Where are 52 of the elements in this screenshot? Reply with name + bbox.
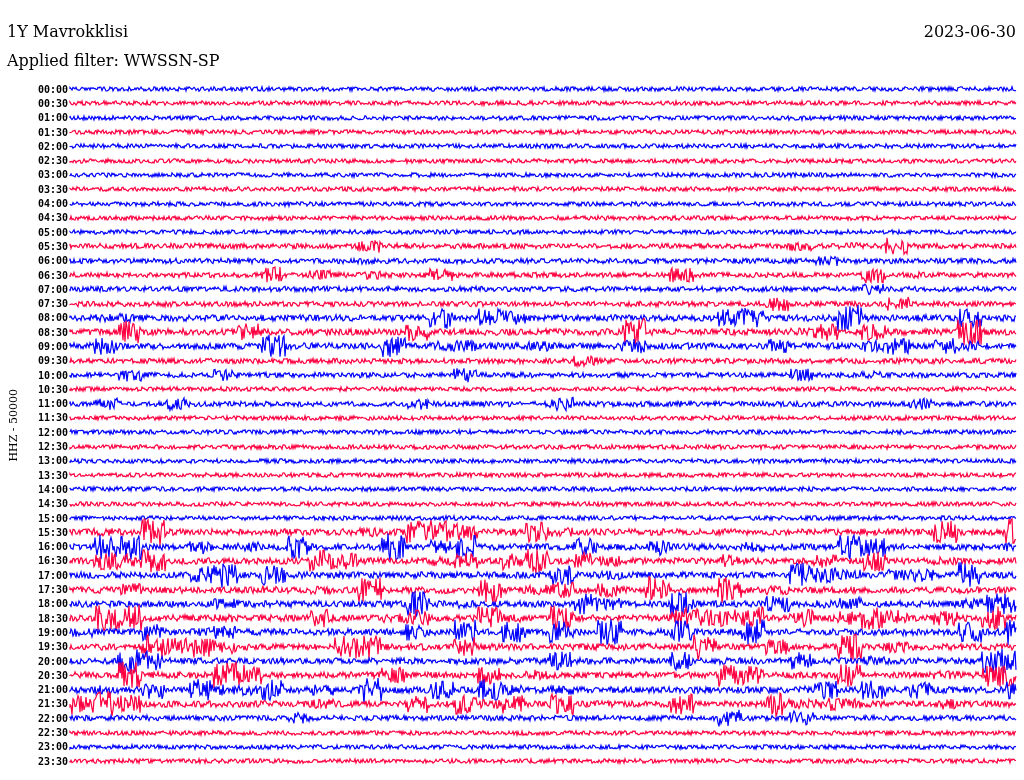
time-label: 07:30: [36, 298, 69, 310]
time-label: 07:00: [36, 283, 69, 295]
time-label: 00:30: [36, 97, 69, 109]
time-label: 02:30: [36, 155, 69, 167]
time-label: 21:30: [36, 698, 69, 710]
time-label: 06:00: [36, 255, 69, 267]
time-label: 17:00: [36, 569, 69, 581]
time-label: 22:00: [36, 712, 69, 724]
time-label: 13:00: [36, 455, 69, 467]
time-label: 10:30: [36, 383, 69, 395]
time-label: 10:00: [36, 369, 69, 381]
time-label: 14:30: [36, 498, 69, 510]
station-title: 1Y Mavrokklisi: [7, 22, 129, 41]
time-label: 04:00: [36, 198, 69, 209]
time-label: 11:30: [36, 412, 69, 424]
time-label: 21:00: [36, 684, 69, 696]
time-label: 20:00: [36, 655, 69, 667]
time-label: 09:00: [36, 341, 69, 352]
time-label: 01:00: [36, 112, 69, 124]
time-label: 17:30: [36, 584, 69, 596]
time-label: 03:00: [36, 169, 69, 181]
time-label: 13:30: [36, 469, 69, 481]
time-label: 14:00: [36, 483, 69, 495]
time-label: 16:30: [36, 555, 69, 567]
time-label: 20:30: [36, 669, 69, 681]
time-label: 15:30: [36, 526, 69, 538]
time-label: 11:00: [36, 398, 69, 410]
date-label: 2023-06-30: [923, 22, 1016, 41]
time-label: 01:30: [36, 126, 69, 138]
time-label: 05:00: [36, 226, 69, 238]
time-label: 18:00: [36, 598, 69, 610]
time-label: 19:30: [36, 641, 69, 653]
time-label: 03:30: [36, 183, 69, 195]
time-label: 15:00: [36, 512, 69, 524]
time-label: 23:00: [36, 741, 69, 753]
time-label: 09:30: [36, 355, 69, 367]
time-label: 19:00: [36, 626, 69, 638]
time-label: 05:30: [36, 240, 69, 252]
time-label: 16:00: [36, 541, 69, 553]
time-label: 06:30: [36, 269, 69, 281]
axis-label: HHZ - 50000: [7, 388, 20, 462]
filter-label: Applied filter: WWSSN-SP: [7, 51, 221, 70]
time-label: 08:00: [36, 312, 69, 324]
time-label: 22:30: [36, 727, 69, 738]
time-label: 12:00: [36, 426, 69, 438]
time-label: 00:00: [36, 83, 69, 95]
time-label: 12:30: [36, 441, 69, 453]
time-label: 08:30: [36, 326, 69, 338]
time-label: 23:30: [36, 755, 69, 767]
time-label: 04:30: [36, 212, 69, 224]
time-label: 02:00: [36, 140, 69, 152]
time-label: 18:30: [36, 612, 69, 624]
